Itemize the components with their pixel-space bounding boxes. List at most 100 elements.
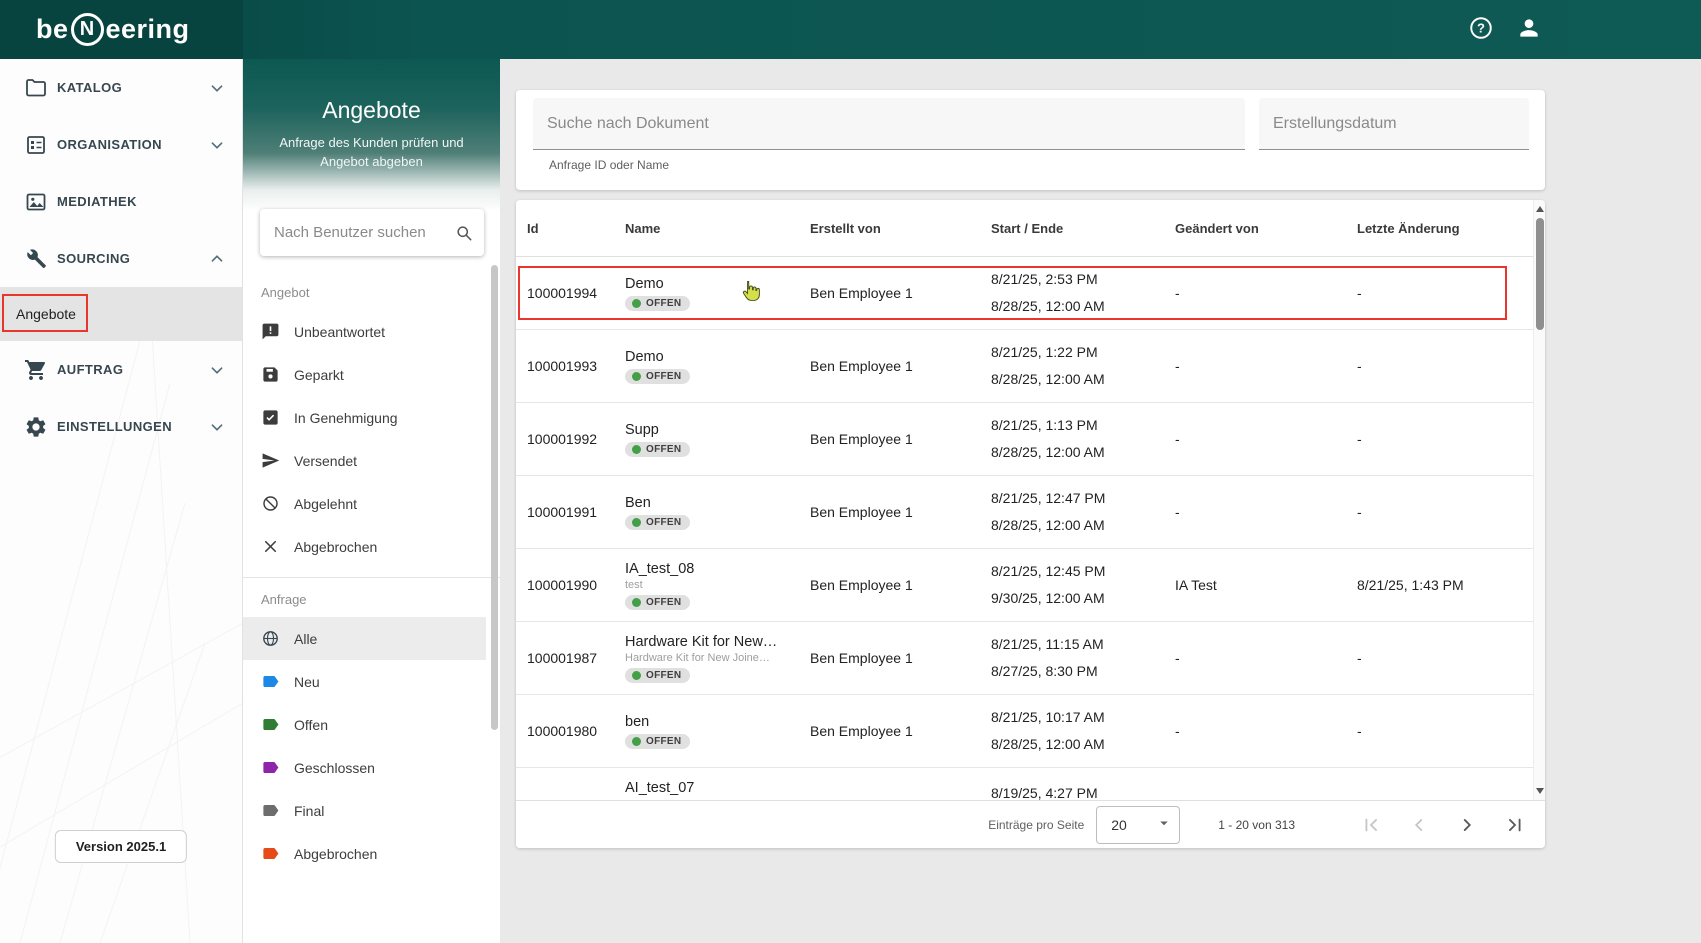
table-row[interactable]: AI_test_07 8/19/25, 4:27 PM	[516, 768, 1533, 800]
filter-unbeantwortet[interactable]: Unbeantwortet	[243, 310, 486, 353]
table-row[interactable]: 100001987 Hardware Kit for New… Hardware…	[516, 622, 1533, 695]
sidebar-item-katalog[interactable]: KATALOG	[0, 59, 242, 116]
app-root: be N eering ? KATALOG ORGANISATION MEDIA…	[0, 0, 1701, 943]
sidebar-item-label: SOURCING	[57, 251, 131, 266]
table-header-row: Id Name Erstellt von Start / Ende Geände…	[516, 200, 1545, 257]
page-range-label: 1 - 20 von 313	[1218, 817, 1295, 832]
previous-page-button[interactable]	[1407, 813, 1431, 837]
column-header-erstellt-von[interactable]: Erstellt von	[810, 221, 991, 236]
start-datetime: 8/21/25, 2:53 PM	[991, 271, 1098, 287]
cell-changed-by: IA Test	[1175, 577, 1217, 593]
document-name: Demo	[625, 348, 664, 365]
document-name: Ben	[625, 494, 651, 511]
page-size-select[interactable]: 20	[1096, 805, 1181, 844]
table-row[interactable]: 100001994 Demo OFFEN Ben Employee 1 8/21…	[516, 257, 1533, 330]
status-badge: OFFEN	[625, 514, 691, 530]
filter-geschlossen[interactable]: Geschlossen	[243, 746, 486, 789]
cell-start-end: 8/19/25, 4:27 PM	[991, 780, 1175, 800]
end-datetime: 9/30/25, 12:00 AM	[991, 590, 1105, 606]
sidebar-item-auftrag[interactable]: AUFTRAG	[0, 341, 242, 398]
filter-abgelehnt[interactable]: Abgelehnt	[243, 482, 486, 525]
document-name: IA_test_08	[625, 560, 695, 577]
filter-abgebrochen-angebot[interactable]: Abgebrochen	[243, 525, 486, 568]
sidebar-item-sourcing[interactable]: SOURCING	[0, 230, 242, 287]
chevron-down-icon	[206, 359, 228, 381]
dropdown-caret-icon	[1155, 814, 1173, 835]
status-badge: OFFEN	[625, 368, 691, 384]
document-subtitle: test	[625, 578, 643, 591]
cell-changed-by: -	[1175, 650, 1180, 666]
cell-name: Supp OFFEN	[625, 422, 810, 457]
scroll-down-arrow-icon[interactable]	[1534, 784, 1545, 798]
table-scrollbar-thumb[interactable]	[1536, 218, 1544, 330]
filter-geparkt[interactable]: Geparkt	[243, 353, 486, 396]
creation-date-input[interactable]	[1273, 114, 1515, 133]
start-datetime: 8/21/25, 1:13 PM	[991, 417, 1098, 433]
filter-abgebrochen-anfrage[interactable]: Abgebrochen	[243, 832, 486, 875]
anfrage-section-heading: Anfrage	[261, 592, 307, 607]
column-header-letzte-aenderung[interactable]: Letzte Änderung	[1357, 221, 1545, 236]
first-page-button[interactable]	[1359, 813, 1383, 837]
sidebar-item-organisation[interactable]: ORGANISATION	[0, 116, 242, 173]
end-datetime: 8/27/25, 8:30 PM	[991, 663, 1098, 679]
status-badge: OFFEN	[625, 594, 691, 610]
column-header-start-ende[interactable]: Start / Ende	[991, 221, 1175, 236]
user-search-input[interactable]	[274, 224, 454, 241]
next-page-button[interactable]	[1455, 813, 1479, 837]
cell-created-by: Ben Employee 1	[810, 650, 913, 666]
cell-id: 100001991	[527, 504, 598, 520]
status-dot-icon	[632, 670, 641, 680]
panel-scrollbar-thumb[interactable]	[491, 265, 498, 730]
sidebar-item-mediathek[interactable]: MEDIATHEK	[0, 173, 242, 230]
filter-final[interactable]: Final	[243, 789, 486, 832]
user-menu-button[interactable]	[1514, 14, 1544, 44]
scroll-up-arrow-icon[interactable]	[1534, 202, 1545, 216]
status-badge: OFFEN	[625, 667, 691, 683]
cell-name: Ben OFFEN	[625, 495, 810, 530]
filter-neu[interactable]: Neu	[243, 660, 486, 703]
filter-label: Final	[294, 802, 325, 819]
filter-alle[interactable]: Alle	[243, 617, 486, 660]
chevron-up-icon	[206, 248, 228, 270]
filter-versendet[interactable]: Versendet	[243, 439, 486, 482]
end-datetime: 8/28/25, 12:00 AM	[991, 736, 1105, 752]
start-datetime: 8/21/25, 12:45 PM	[991, 563, 1106, 579]
document-search-field[interactable]	[533, 98, 1245, 150]
cell-name: ben OFFEN	[625, 714, 810, 749]
filter-lists: Angebot Unbeantwortet Geparkt In Genehmi…	[243, 271, 500, 943]
table-row[interactable]: 100001991 Ben OFFEN Ben Employee 1 8/21/…	[516, 476, 1533, 549]
column-header-geaendert-von[interactable]: Geändert von	[1175, 221, 1357, 236]
filter-offen[interactable]: Offen	[243, 703, 486, 746]
table-row[interactable]: 100001993 Demo OFFEN Ben Employee 1 8/21…	[516, 330, 1533, 403]
table-row[interactable]: 100001990 IA_test_08 test OFFEN Ben Empl…	[516, 549, 1533, 622]
document-search-input[interactable]	[547, 114, 1231, 133]
sidebar-item-label: MEDIATHEK	[57, 194, 137, 209]
creation-date-field[interactable]	[1259, 98, 1529, 150]
last-page-button[interactable]	[1503, 813, 1527, 837]
user-search-field[interactable]	[260, 209, 484, 256]
version-button[interactable]: Version 2025.1	[54, 830, 188, 863]
save-icon	[261, 365, 281, 385]
table-row[interactable]: 100001980 ben OFFEN Ben Employee 1 8/21/…	[516, 695, 1533, 768]
brand-logo[interactable]: be N eering	[0, 0, 243, 59]
table-body: 100001994 Demo OFFEN Ben Employee 1 8/21…	[516, 257, 1533, 800]
cell-id: 100001987	[527, 650, 598, 666]
svg-text:?: ?	[1477, 20, 1485, 35]
filter-label: Abgelehnt	[294, 495, 358, 512]
sidebar-item-einstellungen[interactable]: EINSTELLUNGEN	[0, 398, 242, 455]
cell-name: Demo OFFEN	[625, 276, 810, 311]
column-header-id[interactable]: Id	[527, 221, 625, 236]
help-button[interactable]: ?	[1466, 14, 1496, 44]
organisation-icon	[24, 133, 48, 157]
media-image-icon	[24, 190, 48, 214]
filter-in-genehmigung[interactable]: In Genehmigung	[243, 396, 486, 439]
column-header-name[interactable]: Name	[625, 221, 810, 236]
document-name: ben	[625, 713, 650, 730]
table-row[interactable]: 100001992 Supp OFFEN Ben Employee 1 8/21…	[516, 403, 1533, 476]
sidebar-item-angebote[interactable]: Angebote	[0, 287, 242, 341]
filter-label: Abgebrochen	[294, 538, 378, 555]
status-dot-icon	[632, 736, 641, 746]
angebote-panel: Angebote Anfrage des Kunden prüfen und A…	[243, 59, 500, 943]
cell-last-change: -	[1357, 723, 1362, 739]
filter-label: Alle	[294, 630, 318, 647]
